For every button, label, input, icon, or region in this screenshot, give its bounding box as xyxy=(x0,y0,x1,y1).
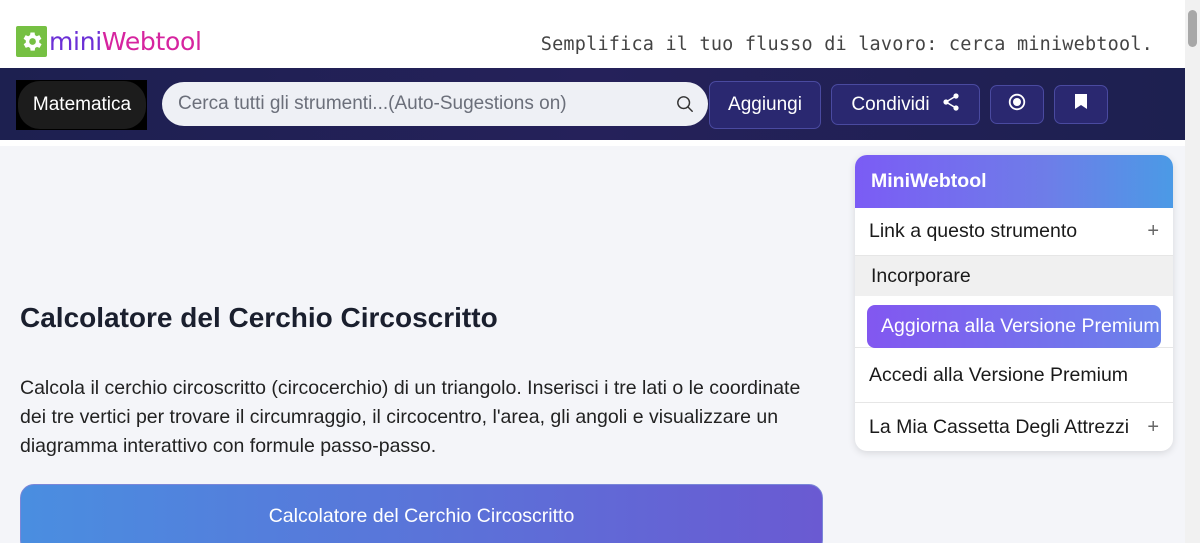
sidebar-item-label: La Mia Cassetta Degli Attrezzi xyxy=(869,415,1130,438)
category-wrapper: Matematica xyxy=(16,80,147,130)
site-tagline: Semplifica il tuo flusso di lavoro: cerc… xyxy=(540,34,1153,55)
add-button[interactable]: Aggiungi xyxy=(709,81,821,129)
sidebar-item-label: Link a questo strumento xyxy=(869,220,1078,242)
expand-plus-icon[interactable]: + xyxy=(1147,220,1159,243)
search-bar xyxy=(162,82,708,126)
sidebar-item-link-tool[interactable]: Link a questo strumento + xyxy=(855,208,1173,256)
page-title: Calcolatore del Cerchio Circoscritto xyxy=(20,302,498,333)
logo-text-mini: mini xyxy=(49,27,102,56)
tool-description: Calcola il cerchio circoscritto (circoce… xyxy=(20,377,801,457)
logo-text-webtool: Webtool xyxy=(101,27,202,56)
main-navbar: Matematica Aggiungi Condividi xyxy=(0,68,1185,140)
navbar-divider xyxy=(0,140,1185,146)
sidebar-title: MiniWebtool xyxy=(855,155,1173,208)
sidebar-item-embed[interactable]: Incorporare xyxy=(855,256,1173,296)
bookmark-icon xyxy=(1074,93,1088,116)
sidebar-panel: MiniWebtool Link a questo strumento + In… xyxy=(855,155,1173,451)
upgrade-premium-button[interactable]: Aggiorna alla Versione Premium xyxy=(867,305,1161,348)
logo-text: miniWebtool xyxy=(49,27,202,56)
share-button[interactable]: Condividi xyxy=(831,84,980,125)
calculator-card-title: Calcolatore del Cerchio Circoscritto xyxy=(268,505,575,527)
page-scrollbar[interactable] xyxy=(1185,0,1200,543)
sidebar-item-premium-login[interactable]: Accedi alla Versione Premium xyxy=(855,348,1173,403)
search-icon[interactable] xyxy=(676,95,694,118)
sidebar-item-label: Accedi alla Versione Premium xyxy=(869,363,1129,386)
search-input[interactable] xyxy=(178,93,658,115)
sidebar-item-my-toolbox[interactable]: La Mia Cassetta Degli Attrezzi + xyxy=(855,403,1173,451)
share-button-label: Condividi xyxy=(851,93,930,115)
expand-plus-icon[interactable]: + xyxy=(1147,416,1159,439)
gear-icon xyxy=(16,26,47,57)
sidebar-item-label: Incorporare xyxy=(871,264,971,287)
sidebar-item-upgrade-wrapper: Aggiorna alla Versione Premium xyxy=(855,296,1173,348)
top-header: miniWebtool Semplifica il tuo flusso di … xyxy=(0,0,1185,68)
bookmark-button[interactable] xyxy=(1054,85,1108,124)
record-icon xyxy=(1008,93,1026,117)
record-button[interactable] xyxy=(990,85,1044,124)
category-button[interactable]: Matematica xyxy=(18,81,146,129)
calculator-card: Calcolatore del Cerchio Circoscritto xyxy=(20,484,823,543)
share-icon xyxy=(942,92,960,118)
site-logo[interactable]: miniWebtool xyxy=(16,26,202,57)
scrollbar-thumb[interactable] xyxy=(1188,10,1197,47)
